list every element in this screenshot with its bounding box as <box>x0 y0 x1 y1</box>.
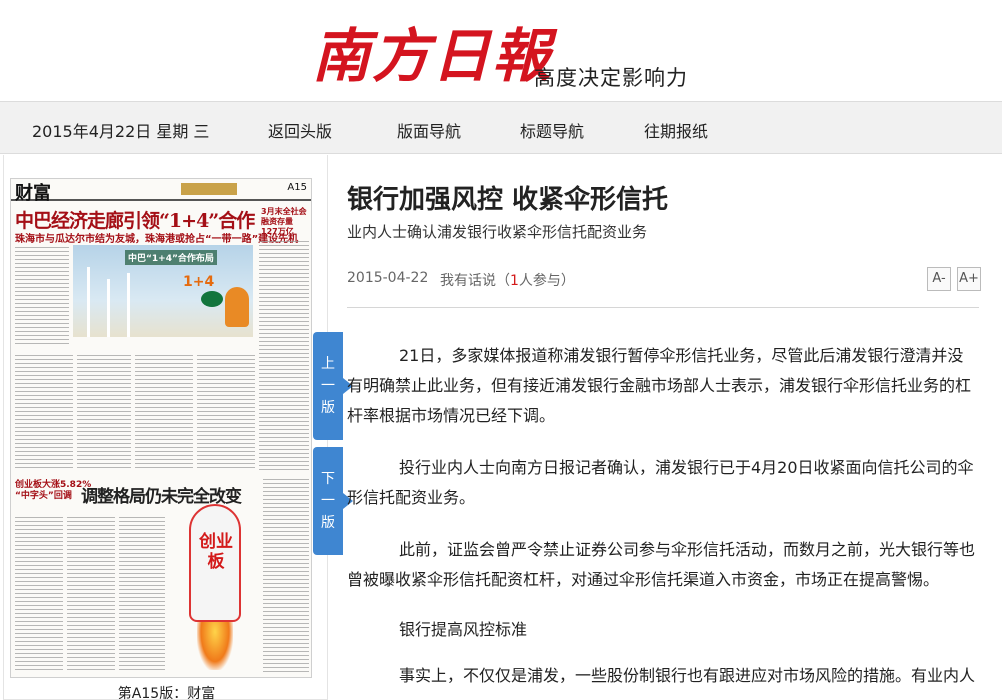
figure-illustration <box>225 287 249 327</box>
article-paragraph: 投行业内人士向南方日报记者确认，浦发银行已于4月20日收紧面向信托公司的伞形信托… <box>347 458 974 507</box>
paper-subhead-1: 珠海市与瓜达尔市结为友城，珠海港或抢占“一带一路”建设先机 <box>15 234 299 245</box>
newspaper-page-image[interactable]: 财富 A15 中巴经济走廊引领“1+4”合作 珠海市与瓜达尔市结为友城，珠海港或… <box>10 178 312 678</box>
text-column <box>15 247 69 347</box>
paper-subhead-2: 创业板大涨5.82% “中字头”回调 <box>15 480 91 502</box>
tab-glyph: 下 <box>321 471 335 487</box>
text-column <box>135 355 193 471</box>
rocket-text: 创业板 <box>199 532 233 572</box>
text-column <box>67 517 115 672</box>
rocket-illustration: 创业板 <box>169 504 261 676</box>
article-divider <box>347 307 979 308</box>
turbine-icon <box>107 279 110 337</box>
paper-badge <box>181 183 237 195</box>
text-column <box>197 355 255 471</box>
comment-prefix: 我有话说（ <box>440 273 510 289</box>
text-column <box>15 517 63 672</box>
prev-page-label: 上一版 <box>313 353 343 419</box>
tab-glyph: 上 <box>321 356 335 372</box>
text-column <box>77 355 131 471</box>
nav-link-title-nav[interactable]: 标题导航 <box>520 118 584 142</box>
comment-suffix: 人参与） <box>518 273 575 289</box>
article-paragraph: 21日，多家媒体报道称浦发银行暂停伞形信托业务，尽管此后浦发银行澄清并没有明确禁… <box>347 346 972 425</box>
paper-page-number: A15 <box>287 182 307 193</box>
font-increase-button[interactable]: A+ <box>957 267 981 291</box>
article-subtitle: 业内人士确认浦发银行收紧伞形信托配资业务 <box>347 223 648 241</box>
page-caption[interactable]: 第A15版：财富 <box>4 683 329 700</box>
paper-masthead: 财富 A15 <box>11 179 311 204</box>
article-paragraph: 事实上，不仅仅是浦发，一些股份制银行也有跟进应对市场风险的措施。有业内人 <box>399 666 976 685</box>
font-decrease-button[interactable]: A- <box>927 267 951 291</box>
tab-glyph: 版 <box>321 400 335 416</box>
prev-page-tab[interactable]: 上一版 <box>313 332 353 440</box>
page-preview-panel: 财富 A15 中巴经济走廊引领“1+4”合作 珠海市与瓜达尔市结为友城，珠海港或… <box>3 155 328 700</box>
comment-link[interactable]: 我有话说（1人参与） <box>440 270 575 290</box>
turbine-icon <box>87 267 90 337</box>
article-paragraph: 此前，证监会曾严令禁止证券公司参与伞形信托活动，而数月之前，光大银行等也曾被曝收… <box>347 540 976 589</box>
site-header: 南方日報 高度决定影响力 <box>0 0 1002 101</box>
text-column <box>15 355 73 471</box>
article-date: 2015-04-22 <box>347 270 429 286</box>
next-page-tab[interactable]: 下一版 <box>313 447 353 555</box>
comment-count: 1 <box>510 273 519 289</box>
rocket-flame <box>197 622 233 670</box>
nav-link-page-nav[interactable]: 版面导航 <box>397 118 461 142</box>
text-column <box>119 517 165 672</box>
nav-link-front-page[interactable]: 返回头版 <box>268 118 332 142</box>
turbine-icon <box>127 273 130 337</box>
photo-label-number: 1+4 <box>183 274 215 290</box>
paper-subhead-2-text: 创业板大涨5.82% “中字头”回调 <box>15 480 92 501</box>
nav-bar: 2015年4月22日 星期 三 返回头版 版面导航 标题导航 往期报纸 <box>0 101 1002 154</box>
logo-text: 南方日報 <box>312 22 553 90</box>
tab-glyph: 版 <box>321 515 335 531</box>
text-column <box>259 241 309 471</box>
paper-section-name: 财富 <box>15 183 51 204</box>
paper-side-note[interactable]: 3月末全社会融资存量127万亿 <box>261 207 309 237</box>
issue-date: 2015年4月22日 星期 三 <box>32 122 210 141</box>
photo-label: 中巴“1+4”合作布局 <box>125 250 217 265</box>
flag-icon <box>201 291 223 307</box>
article: 银行加强风控 收紧伞形信托 业内人士确认浦发银行收紧伞形信托配资业务 2015-… <box>347 155 987 700</box>
next-page-label: 下一版 <box>313 468 343 534</box>
site-logo[interactable]: 南方日報 <box>312 18 550 94</box>
text-column <box>263 479 309 672</box>
article-section-heading: 银行提高风控标准 <box>399 620 528 639</box>
paper-headline-1[interactable]: 中巴经济走廊引领“1+4”合作 <box>15 206 255 233</box>
tab-glyph: 一 <box>321 493 335 509</box>
tab-glyph: 一 <box>321 378 335 394</box>
site-slogan: 高度决定影响力 <box>534 66 688 90</box>
article-title: 银行加强风控 收紧伞形信托 <box>347 185 669 215</box>
nav-link-past-issues[interactable]: 往期报纸 <box>644 118 708 142</box>
